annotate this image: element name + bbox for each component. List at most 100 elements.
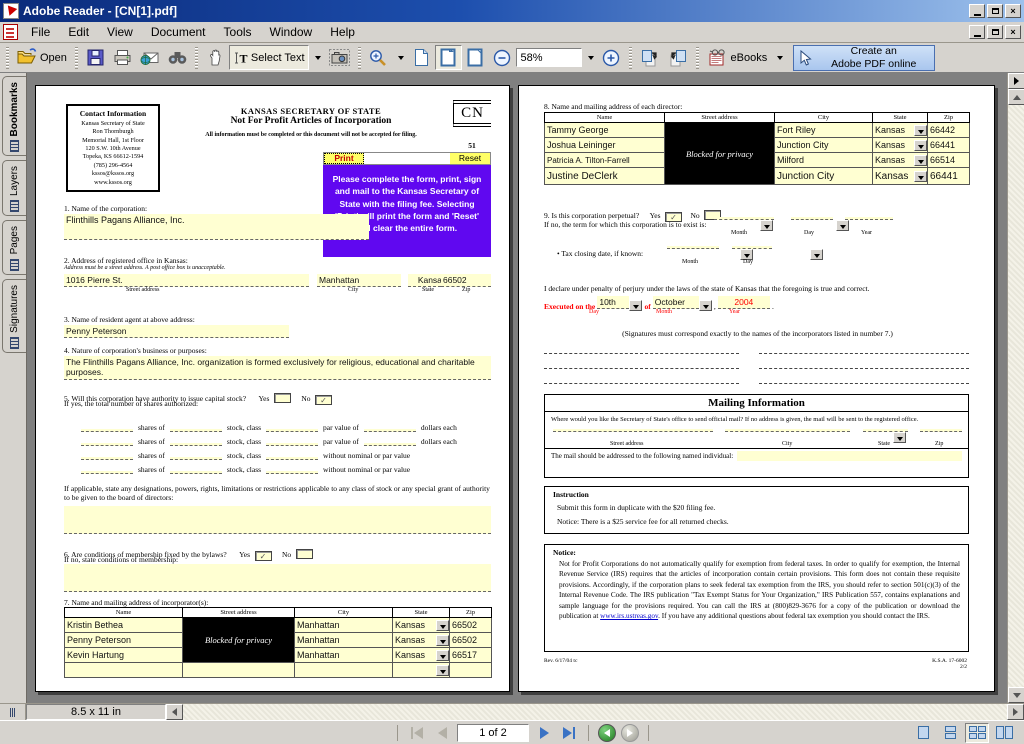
executed-day-dropdown[interactable] xyxy=(629,300,642,311)
signature-line[interactable] xyxy=(759,353,969,354)
director-zip[interactable]: 66442 xyxy=(928,123,970,138)
open-button[interactable]: Open xyxy=(13,45,71,70)
q5-yes-checkbox[interactable] xyxy=(274,393,291,403)
q4-purposes-field[interactable]: The Flinthills Pagans Alliance, Inc. org… xyxy=(64,356,491,380)
zoom-in-button[interactable] xyxy=(598,45,625,70)
next-view-button[interactable] xyxy=(636,45,664,70)
hscrollbar-track[interactable] xyxy=(183,704,1007,720)
mailing-street-field[interactable] xyxy=(553,429,713,432)
director-name[interactable]: Justine DeClerk xyxy=(545,168,665,185)
continuous-facing-layout-button[interactable] xyxy=(965,723,989,743)
facing-layout-button[interactable] xyxy=(992,723,1016,743)
document-canvas[interactable]: Contact Information Kansas Secretary of … xyxy=(27,73,1007,703)
toolbar-grip[interactable] xyxy=(696,47,699,69)
state-dropdown[interactable] xyxy=(914,140,927,151)
menu-view[interactable]: View xyxy=(98,23,142,41)
membership-conditions-field[interactable] xyxy=(64,564,491,592)
hand-tool-button[interactable] xyxy=(202,45,229,70)
signature-line[interactable] xyxy=(544,383,739,384)
doc-close-button[interactable]: × xyxy=(1005,25,1021,39)
menu-file[interactable]: File xyxy=(22,23,59,41)
toolbar-grip[interactable] xyxy=(195,47,198,69)
toolbar-grip[interactable] xyxy=(629,47,632,69)
q6-yes-checkbox[interactable] xyxy=(255,551,272,561)
incorporator-zip[interactable]: 66502 xyxy=(450,618,492,633)
irs-link[interactable]: www.irs.ustreas.gov xyxy=(600,612,658,620)
vertical-scrollbar[interactable] xyxy=(1007,73,1024,703)
director-state[interactable]: Kansas xyxy=(873,123,928,138)
incorporator-city[interactable]: Manhattan xyxy=(295,648,393,663)
q5-no-checkbox[interactable] xyxy=(315,395,332,405)
page-number-input[interactable] xyxy=(457,724,529,742)
doc-restore-button[interactable] xyxy=(987,25,1003,39)
signature-line[interactable] xyxy=(544,353,739,354)
menu-tools[interactable]: Tools xyxy=(215,23,261,41)
state-dropdown[interactable] xyxy=(914,155,927,166)
incorporator-name[interactable]: Kevin Hartung xyxy=(65,648,183,663)
signature-line[interactable] xyxy=(759,383,969,384)
incorporator-city[interactable]: Manhattan xyxy=(295,618,393,633)
ebooks-dropdown[interactable] xyxy=(771,45,787,70)
fit-page-button[interactable] xyxy=(435,45,462,70)
toolbar-grip[interactable] xyxy=(6,47,9,69)
share-class-field[interactable] xyxy=(266,471,318,474)
share-parvalue-field[interactable] xyxy=(364,429,416,432)
share-class-field[interactable] xyxy=(266,429,318,432)
toolbar-grip[interactable] xyxy=(75,47,78,69)
select-text-button[interactable]: T Select Text xyxy=(229,45,309,70)
incorporator-state[interactable]: Kansas xyxy=(393,633,450,648)
share-parvalue-field[interactable] xyxy=(364,443,416,446)
executed-year-field[interactable]: 2004 xyxy=(718,296,770,309)
tab-signatures[interactable]: Signatures xyxy=(2,279,26,353)
tab-pages[interactable]: Pages xyxy=(2,220,26,274)
select-text-dropdown[interactable] xyxy=(309,45,325,70)
scroll-down-button[interactable] xyxy=(1008,687,1024,703)
previous-view-button[interactable] xyxy=(664,45,692,70)
share-count-field[interactable] xyxy=(81,429,133,432)
doc-minimize-button[interactable] xyxy=(969,25,985,39)
pane-splitter[interactable] xyxy=(0,704,26,720)
share-count-field[interactable] xyxy=(81,471,133,474)
tax-day-dropdown[interactable] xyxy=(810,249,823,260)
q2-city-field[interactable]: Manhattan xyxy=(317,274,401,287)
last-page-button[interactable] xyxy=(559,724,579,742)
share-count-field[interactable] xyxy=(81,457,133,460)
zoom-tool-button[interactable] xyxy=(365,45,392,70)
incorporator-name[interactable]: Kristin Bethea xyxy=(65,618,183,633)
incorporator-state[interactable] xyxy=(393,663,450,678)
director-state[interactable]: Kansas xyxy=(873,153,928,168)
share-type-field[interactable] xyxy=(170,429,222,432)
incorporator-street[interactable] xyxy=(183,663,295,678)
form-reset-button[interactable]: Reset xyxy=(450,153,490,164)
q1-corporation-name-field[interactable]: Flinthills Pagans Alliance, Inc. xyxy=(64,214,369,240)
state-dropdown[interactable] xyxy=(436,620,449,631)
share-type-field[interactable] xyxy=(170,471,222,474)
next-view-button[interactable] xyxy=(621,724,639,742)
zoom-out-button[interactable] xyxy=(489,45,516,70)
share-type-field[interactable] xyxy=(170,443,222,446)
share-class-field[interactable] xyxy=(266,457,318,460)
state-dropdown[interactable] xyxy=(436,635,449,646)
fit-width-button[interactable] xyxy=(462,45,489,70)
term-month-dropdown[interactable] xyxy=(760,220,773,231)
director-name[interactable]: Joshua Leininger xyxy=(545,138,665,153)
tab-bookmarks[interactable]: Bookmarks xyxy=(2,76,26,156)
share-class-field[interactable] xyxy=(266,443,318,446)
pane-toggle-button[interactable] xyxy=(1008,73,1024,89)
scrollbar-track[interactable] xyxy=(1008,105,1024,687)
director-state[interactable]: Kansas xyxy=(873,168,928,185)
next-page-button[interactable] xyxy=(534,724,554,742)
state-dropdown[interactable] xyxy=(436,650,449,661)
executed-month-dropdown[interactable] xyxy=(699,300,712,311)
incorporator-city[interactable] xyxy=(295,663,393,678)
print-button[interactable] xyxy=(109,45,136,70)
previous-view-button[interactable] xyxy=(598,724,616,742)
share-count-field[interactable] xyxy=(81,443,133,446)
term-day-field[interactable] xyxy=(791,217,833,220)
mailing-individual-field[interactable] xyxy=(737,451,962,461)
q2-street-field[interactable]: 1016 Pierre St. xyxy=(64,274,309,287)
scroll-left-button[interactable] xyxy=(166,704,183,720)
director-city[interactable]: Junction City xyxy=(775,138,873,153)
designations-field[interactable] xyxy=(64,506,491,534)
mailing-state-dropdown[interactable] xyxy=(893,432,906,443)
